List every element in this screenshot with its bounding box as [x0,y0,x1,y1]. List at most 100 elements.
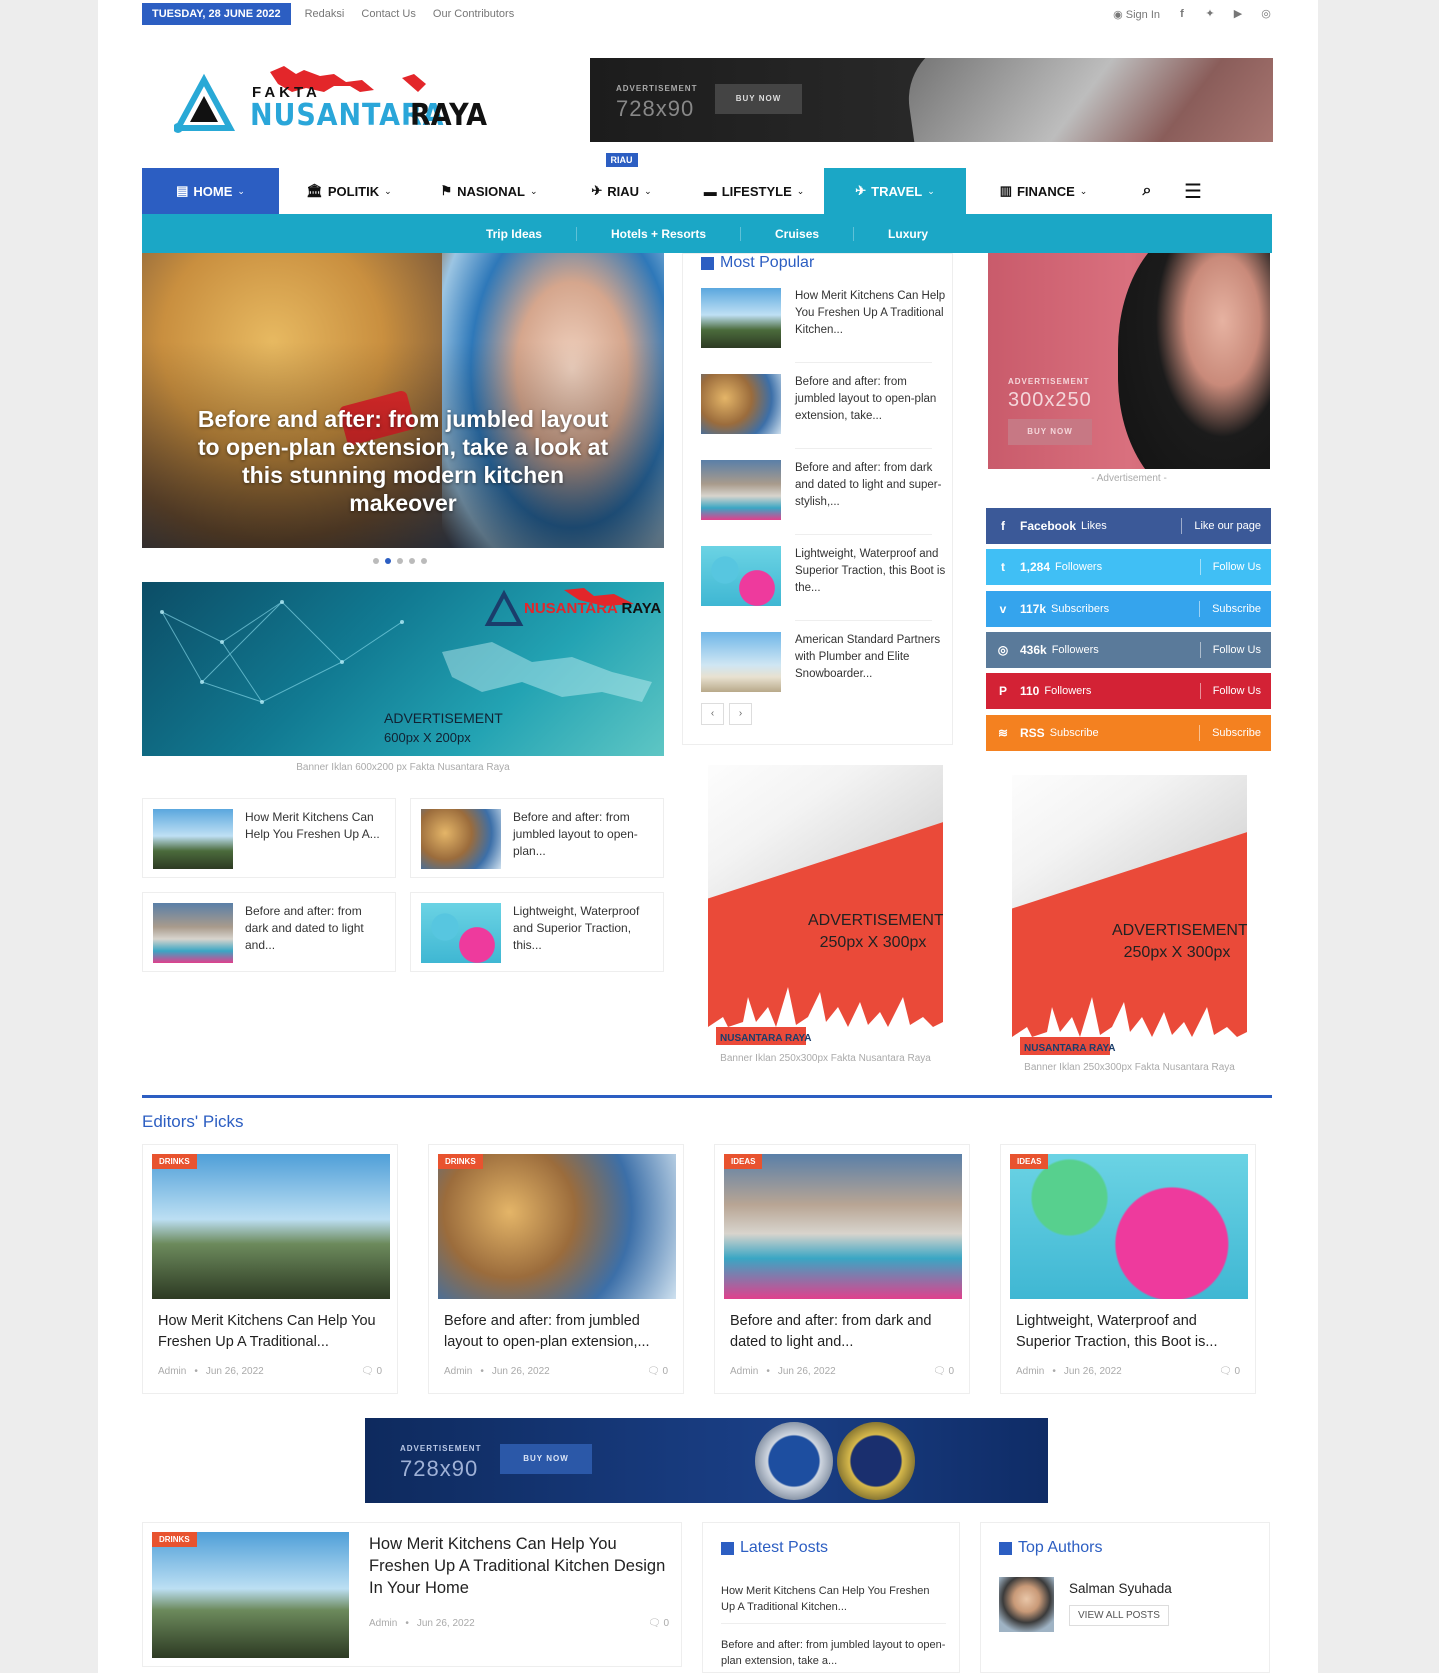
small-post-title[interactable]: Before and after: from dark and dated to… [245,903,385,954]
subnav-hotels-resorts[interactable]: Hotels + Resorts [577,226,742,241]
popular-item-title[interactable]: Before and after: from jumbled layout to… [795,374,950,425]
comment-count[interactable]: 🗨 0 [647,1366,668,1377]
popular-item[interactable]: Lightweight, Waterproof and Superior Tra… [701,546,951,612]
small-post-card[interactable]: Before and after: from dark and dated to… [142,892,396,972]
latest-post-item[interactable]: How Merit Kitchens Can Help You Freshen … [721,1583,946,1615]
hero-title[interactable]: Before and after: from jumbled layout to… [187,405,619,517]
author-name[interactable]: Salman Syuhada [1069,1581,1172,1596]
nav-finance[interactable]: ▥ FINANCE ⌄ [966,168,1121,214]
small-post-title[interactable]: How Merit Kitchens Can Help You Freshen … [245,809,385,843]
popular-item-title[interactable]: Before and after: from dark and dated to… [795,460,950,511]
ad-banner-bottom[interactable]: ADVERTISEMENT 728x90 BUY NOW [365,1418,1048,1503]
nav-home[interactable]: ▤ HOME ⌄ [142,168,279,214]
ad300-buy-now-button[interactable]: BUY NOW [1008,419,1092,445]
comment-count[interactable]: 🗨 0 [648,1618,669,1629]
social-action[interactable]: Subscribe [1199,600,1271,617]
small-post-card[interactable]: How Merit Kitchens Can Help You Freshen … [142,798,396,878]
social-action[interactable]: Follow Us [1199,559,1271,576]
subnav-luxury[interactable]: Luxury [854,227,962,241]
popular-item-title[interactable]: American Standard Partners with Plumber … [795,632,950,683]
nav-riau[interactable]: RIAU ✈ RIAU ⌄ [559,153,684,214]
category-tag[interactable]: DRINKS [438,1154,483,1169]
comment-count[interactable]: 🗨 0 [361,1366,382,1377]
ad-banner-250-left[interactable]: ADVERTISEMENT 250px X 300px NUSANTARA RAY… [708,765,943,1047]
hamburger-menu-icon[interactable]: ☰ [1173,168,1213,214]
social-counter-twitter[interactable]: t 1,284 Followers Follow Us [986,549,1271,586]
social-action[interactable]: Subscribe [1199,724,1271,741]
small-post-card[interactable]: Lightweight, Waterproof and Superior Tra… [410,892,664,972]
facebook-icon[interactable]: f [1176,8,1188,20]
post-author[interactable]: Admin [730,1366,758,1377]
featured-post-title[interactable]: How Merit Kitchens Can Help You Freshen … [369,1533,671,1599]
social-action[interactable]: Follow Us [1199,683,1271,700]
post-title[interactable]: Lightweight, Waterproof and Superior Tra… [1016,1311,1240,1353]
next-page-button[interactable]: › [729,703,752,725]
slider-dot[interactable] [421,558,427,564]
category-tag[interactable]: IDEAS [724,1154,763,1169]
ad-banner-250-right[interactable]: ADVERTISEMENT 250px X 300px NUSANTARA RAY… [1012,775,1247,1057]
popular-item-title[interactable]: How Merit Kitchens Can Help You Freshen … [795,288,950,339]
social-counter-instagram[interactable]: ◎ 436k Followers Follow Us [986,631,1271,668]
social-action[interactable]: Like our page [1181,518,1271,534]
post-author[interactable]: Admin [158,1366,186,1377]
post-title[interactable]: Before and after: from dark and dated to… [730,1311,954,1353]
small-post-card[interactable]: Before and after: from jumbled layout to… [410,798,664,878]
popular-item[interactable]: How Merit Kitchens Can Help You Freshen … [701,288,951,354]
top-link-contributors[interactable]: Our Contributors [433,8,514,20]
ad-banner-300[interactable]: ADVERTISEMENT 300x250 BUY NOW [988,253,1270,469]
category-tag[interactable]: DRINKS [152,1532,197,1547]
comment-count[interactable]: 🗨 0 [1219,1366,1240,1377]
nav-nasional[interactable]: ⚑ NASIONAL ⌄ [419,168,559,214]
post-author[interactable]: Admin [1016,1366,1044,1377]
slider-dot[interactable] [373,558,379,564]
small-post-title[interactable]: Before and after: from jumbled layout to… [513,809,653,860]
nav-lifestyle[interactable]: ▬ LIFESTYLE ⌄ [684,168,824,214]
post-author[interactable]: Admin [444,1366,472,1377]
social-counter-facebook[interactable]: f Facebook Likes Like our page [986,508,1271,544]
nav-politik[interactable]: 🏛 POLITIK ⌄ [279,168,419,214]
editors-pick-card[interactable]: DRINKS Before and after: from jumbled lay… [428,1144,684,1394]
prev-page-button[interactable]: ‹ [701,703,724,725]
top-link-contact[interactable]: Contact Us [361,8,415,20]
social-counter-pinterest[interactable]: P 110 Followers Follow Us [986,673,1271,710]
subnav-cruises[interactable]: Cruises [741,226,855,241]
social-action[interactable]: Follow Us [1199,641,1271,658]
avatar[interactable] [999,1577,1054,1632]
small-post-title[interactable]: Lightweight, Waterproof and Superior Tra… [513,903,653,954]
slider-dot[interactable] [409,558,415,564]
popular-item[interactable]: American Standard Partners with Plumber … [701,632,951,698]
hero-slider[interactable]: Before and after: from jumbled layout to… [142,253,664,548]
slider-dot-active[interactable] [385,558,391,564]
latest-post-item[interactable]: Before and after: from jumbled layout to… [721,1637,946,1669]
category-tag[interactable]: IDEAS [1010,1154,1049,1169]
subnav-trip-ideas[interactable]: Trip Ideas [452,226,577,241]
post-title[interactable]: How Merit Kitchens Can Help You Freshen … [158,1311,382,1353]
nav-travel[interactable]: ✈ TRAVEL ⌄ [824,168,966,214]
comment-count[interactable]: 🗨 0 [933,1366,954,1377]
category-tag[interactable]: DRINKS [152,1154,197,1169]
editors-pick-card[interactable]: IDEAS Lightweight, Waterproof and Superio… [1000,1144,1256,1394]
social-counter-vimeo[interactable]: v 117k Subscribers Subscribe [986,590,1271,627]
site-logo[interactable]: FAKTA NUSANTARA RAYA [172,62,494,142]
top-link-redaksi[interactable]: Redaksi [305,8,345,20]
popular-item[interactable]: Before and after: from dark and dated to… [701,460,951,526]
search-icon[interactable]: ⌕ [1121,168,1173,214]
ad-banner-top[interactable]: ADVERTISEMENT 728x90 BUY NOW [590,58,1273,142]
ad-banner-600[interactable]: NUSANTARA RAYA ADVERTISEMENT 600px X 200… [142,582,664,756]
slider-dot[interactable] [397,558,403,564]
featured-post-card[interactable]: DRINKS How Merit Kitchens Can Help You F… [142,1522,682,1667]
youtube-icon[interactable]: ▶ [1232,8,1244,20]
sign-in-link[interactable]: ◉ Sign In [1113,8,1160,21]
ad-buy-now-button[interactable]: BUY NOW [500,1444,592,1474]
social-counter-rss[interactable]: ≋ RSS Subscribe Subscribe [986,714,1271,751]
editors-pick-card[interactable]: DRINKS How Merit Kitchens Can Help You Fr… [142,1144,398,1394]
post-title[interactable]: Before and after: from jumbled layout to… [444,1311,668,1353]
instagram-icon[interactable]: ◎ [1260,8,1272,20]
ad-buy-now-button[interactable]: BUY NOW [715,84,802,114]
twitter-icon[interactable]: ✦ [1204,8,1216,20]
view-all-posts-button[interactable]: VIEW ALL POSTS [1069,1605,1169,1626]
popular-item[interactable]: Before and after: from jumbled layout to… [701,374,951,440]
post-author[interactable]: Admin [369,1618,397,1629]
popular-item-title[interactable]: Lightweight, Waterproof and Superior Tra… [795,546,950,597]
editors-pick-card[interactable]: IDEAS Before and after: from dark and dat… [714,1144,970,1394]
